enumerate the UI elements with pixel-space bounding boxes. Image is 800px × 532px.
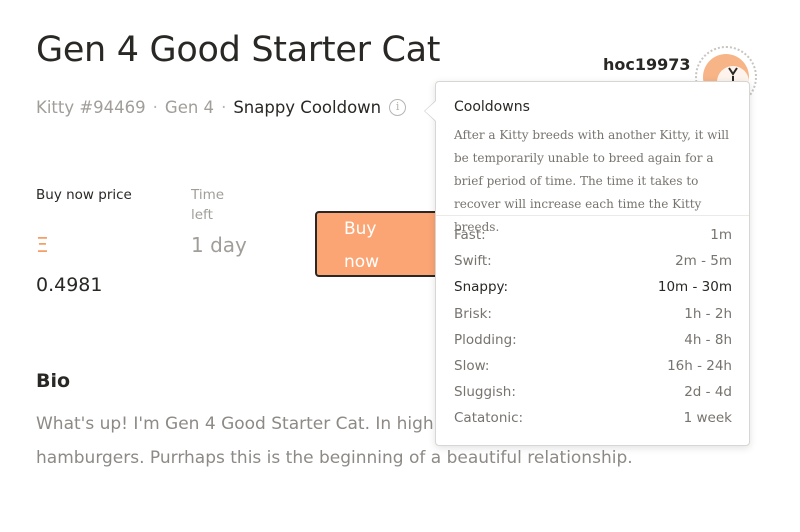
- cooldown-row-plodding: Plodding: 4h - 8h: [454, 327, 732, 353]
- cooldown-row-catatonic: Catatonic: 1 week: [454, 405, 732, 431]
- owner-username[interactable]: hoc19973: [603, 55, 691, 74]
- cooldown-name: Snappy:: [454, 279, 509, 296]
- cooldown-name: Fast:: [454, 227, 486, 243]
- cooldown-duration: 10m - 30m: [657, 279, 732, 296]
- cooldown-name: Slow:: [454, 357, 490, 374]
- tooltip-divider: [436, 215, 749, 216]
- info-icon[interactable]: i: [389, 99, 407, 116]
- separator-dot: ·: [221, 98, 227, 117]
- cooldown-list: Fast: 1m Swift: 2m - 5m Snappy: 10m - 30…: [454, 222, 732, 432]
- buy-now-price-label: Buy now price: [36, 187, 132, 203]
- cooldown-duration: 2d - 4d: [684, 384, 732, 401]
- cooldown-duration: 2m - 5m: [675, 253, 732, 270]
- kitty-detail-page: Gen 4 Good Starter Cat Kitty #94469 · Ge…: [0, 0, 800, 532]
- bio-heading: Bio: [36, 370, 71, 392]
- kitty-generation: Gen 4: [164, 98, 215, 117]
- kitty-meta-row: Kitty #94469 · Gen 4 · Snappy Cooldown i: [36, 98, 407, 117]
- sale-price: 0.4981: [36, 274, 103, 296]
- cooldown-row-fast: Fast: 1m: [454, 222, 732, 248]
- cooldown-duration: 4h - 8h: [684, 331, 732, 348]
- ethereum-icon: Ξ: [36, 233, 49, 257]
- kitty-id: Kitty #94469: [36, 98, 146, 117]
- separator-dot: ·: [152, 98, 158, 117]
- cooldown-row-swift: Swift: 2m - 5m: [454, 248, 732, 274]
- cooldown-row-snappy: Snappy: 10m - 30m: [454, 274, 732, 300]
- kitty-name-title: Gen 4 Good Starter Cat: [36, 30, 441, 70]
- cooldown-name: Plodding:: [454, 331, 517, 348]
- cooldowns-tooltip: Cooldowns After a Kitty breeds with anot…: [435, 81, 750, 446]
- cooldown-duration: 1 week: [683, 410, 732, 427]
- cooldown-duration: 1m: [710, 227, 732, 243]
- cooldown-name: Sluggish:: [454, 384, 516, 401]
- kitty-cooldown: Snappy Cooldown: [233, 98, 382, 117]
- tooltip-title: Cooldowns: [454, 99, 530, 115]
- time-left-label: Time left: [191, 187, 225, 223]
- cooldown-row-slow: Slow: 16h - 24h: [454, 353, 732, 379]
- time-left-value: 1 day: [191, 233, 247, 257]
- cooldown-duration: 16h - 24h: [667, 357, 732, 374]
- buy-now-button-label: Buy now: [344, 219, 380, 272]
- cooldown-name: Swift:: [454, 253, 492, 270]
- cooldown-row-sluggish: Sluggish: 2d - 4d: [454, 379, 732, 405]
- cooldown-name: Brisk:: [454, 305, 492, 322]
- tooltip-arrow: [425, 101, 436, 121]
- cooldown-name: Catatonic:: [454, 410, 524, 427]
- cooldown-duration: 1h - 2h: [684, 305, 732, 322]
- cooldown-row-brisk: Brisk: 1h - 2h: [454, 301, 732, 327]
